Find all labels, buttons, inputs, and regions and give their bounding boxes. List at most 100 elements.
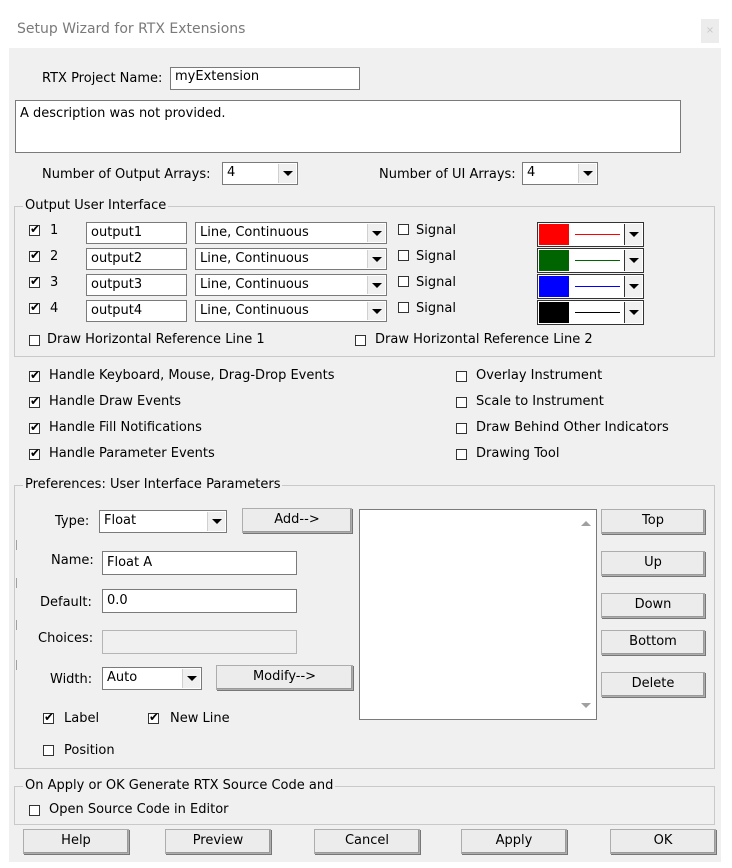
signal-label: Signal <box>416 223 456 238</box>
signal-checkbox[interactable] <box>398 276 409 287</box>
color-picker[interactable] <box>537 222 644 247</box>
preview-button[interactable]: Preview <box>165 829 271 854</box>
signal-checkbox[interactable] <box>398 302 409 313</box>
ref-line-1-checkbox[interactable] <box>29 335 40 346</box>
position-checkbox[interactable] <box>43 745 54 756</box>
line-style-select[interactable]: Line, Continuous <box>195 274 387 296</box>
line-style-select[interactable]: Line, Continuous <box>195 248 387 270</box>
label-checkbox[interactable]: ✔ <box>43 710 54 724</box>
color-swatch <box>539 250 569 271</box>
chevron-down-icon <box>367 302 385 320</box>
choices-input <box>102 630 297 654</box>
bottom-button[interactable]: Bottom <box>601 630 705 655</box>
option-label: Drawing Tool <box>476 446 560 461</box>
delete-button[interactable]: Delete <box>601 672 705 697</box>
line-style-value: Line, Continuous <box>200 303 309 318</box>
scroll-down-icon[interactable] <box>579 699 593 711</box>
listbox-scrollbar[interactable] <box>578 512 594 717</box>
window-title: Setup Wizard for RTX Extensions <box>17 21 246 37</box>
color-picker[interactable] <box>537 300 644 325</box>
ui-arrays-select[interactable]: 4 <box>522 162 598 185</box>
width-select[interactable]: Auto <box>102 667 202 690</box>
cancel-button[interactable]: Cancel <box>314 829 420 854</box>
close-button[interactable]: × <box>701 19 719 43</box>
scroll-up-icon[interactable] <box>579 517 593 529</box>
add-button[interactable]: Add--> <box>242 508 352 533</box>
option-checkbox[interactable]: ✔ <box>29 394 41 408</box>
default-input[interactable]: 0.0 <box>102 589 297 613</box>
line-style-select[interactable]: Line, Continuous <box>195 300 387 322</box>
output-name-input[interactable]: output3 <box>86 274 187 296</box>
chevron-down-icon <box>624 250 642 271</box>
check-mark: ✔ <box>30 420 41 434</box>
output-name-input[interactable]: output4 <box>86 300 187 322</box>
option-checkbox[interactable]: ✔ <box>29 368 40 382</box>
option-checkbox[interactable] <box>456 423 467 434</box>
modify-button[interactable]: Modify--> <box>216 665 353 690</box>
label-check-label: Label <box>64 711 100 726</box>
line-preview <box>575 312 620 313</box>
divider <box>16 578 17 588</box>
title-bar: Setup Wizard for RTX Extensions × <box>9 10 721 48</box>
help-button[interactable]: Help <box>23 829 129 854</box>
check-mark: ✔ <box>30 394 41 408</box>
option-label: Handle Keyboard, Mouse, Drag-Drop Events <box>49 368 335 383</box>
option-checkbox[interactable]: ✔ <box>29 446 40 460</box>
option-label: Handle Draw Events <box>49 394 182 409</box>
param-name-input[interactable]: Float A <box>102 551 297 575</box>
option-checkbox[interactable] <box>456 449 467 460</box>
output-enabled-checkbox[interactable]: ✔ <box>29 300 40 314</box>
new-line-checkbox[interactable]: ✔ <box>148 710 159 724</box>
signal-checkbox[interactable] <box>398 250 409 261</box>
color-picker[interactable] <box>537 248 644 273</box>
color-picker[interactable] <box>537 274 644 299</box>
chevron-down-icon <box>207 512 225 531</box>
type-select[interactable]: Float <box>99 510 227 533</box>
option-checkbox[interactable]: ✔ <box>29 420 41 434</box>
output-arrays-label: Number of Output Arrays: <box>42 167 211 182</box>
option-label: Scale to Instrument <box>476 394 604 409</box>
line-preview <box>575 286 620 287</box>
output-number-label: 2 <box>50 249 59 264</box>
chevron-down-icon <box>367 224 385 242</box>
down-button[interactable]: Down <box>601 593 705 618</box>
up-button[interactable]: Up <box>601 551 705 576</box>
output-number-label: 1 <box>50 223 59 238</box>
position-label: Position <box>64 743 115 758</box>
output-enabled-checkbox[interactable]: ✔ <box>29 248 41 262</box>
apply-button[interactable]: Apply <box>461 829 567 854</box>
output-enabled-checkbox[interactable]: ✔ <box>29 222 40 236</box>
option-label: Handle Parameter Events <box>49 446 215 461</box>
output-name-input[interactable]: output1 <box>86 222 187 244</box>
color-swatch <box>539 276 569 297</box>
chevron-down-icon <box>624 302 642 323</box>
open-editor-checkbox[interactable] <box>29 805 40 816</box>
name-label: Name: <box>51 553 94 568</box>
chevron-down-icon <box>182 669 200 688</box>
option-checkbox[interactable] <box>456 397 467 408</box>
signal-label: Signal <box>416 275 456 290</box>
line-style-value: Line, Continuous <box>200 225 309 240</box>
signal-checkbox[interactable] <box>398 224 409 235</box>
parameters-listbox[interactable] <box>359 509 597 720</box>
ok-button[interactable]: OK <box>610 829 716 854</box>
top-button[interactable]: Top <box>601 509 705 534</box>
check-mark: ✔ <box>30 248 41 262</box>
line-style-select[interactable]: Line, Continuous <box>195 222 387 244</box>
option-checkbox[interactable] <box>456 371 467 382</box>
project-name-input[interactable]: myExtension <box>170 67 360 90</box>
description-textarea[interactable]: A description was not provided. <box>15 100 681 153</box>
output-enabled-checkbox[interactable]: ✔ <box>29 274 40 288</box>
ref-line-1-label: Draw Horizontal Reference Line 1 <box>47 332 265 347</box>
chevron-down-icon <box>624 276 642 297</box>
output-arrays-select[interactable]: 4 <box>222 162 298 185</box>
chevron-down-icon <box>367 250 385 268</box>
width-label: Width: <box>50 672 93 687</box>
ref-line-2-checkbox[interactable] <box>355 335 366 346</box>
chevron-down-icon <box>367 276 385 294</box>
option-label: Draw Behind Other Indicators <box>476 420 669 435</box>
signal-label: Signal <box>416 249 456 264</box>
type-label: Type: <box>55 514 90 529</box>
output-name-input[interactable]: output2 <box>86 248 187 270</box>
chevron-down-icon <box>278 164 296 183</box>
